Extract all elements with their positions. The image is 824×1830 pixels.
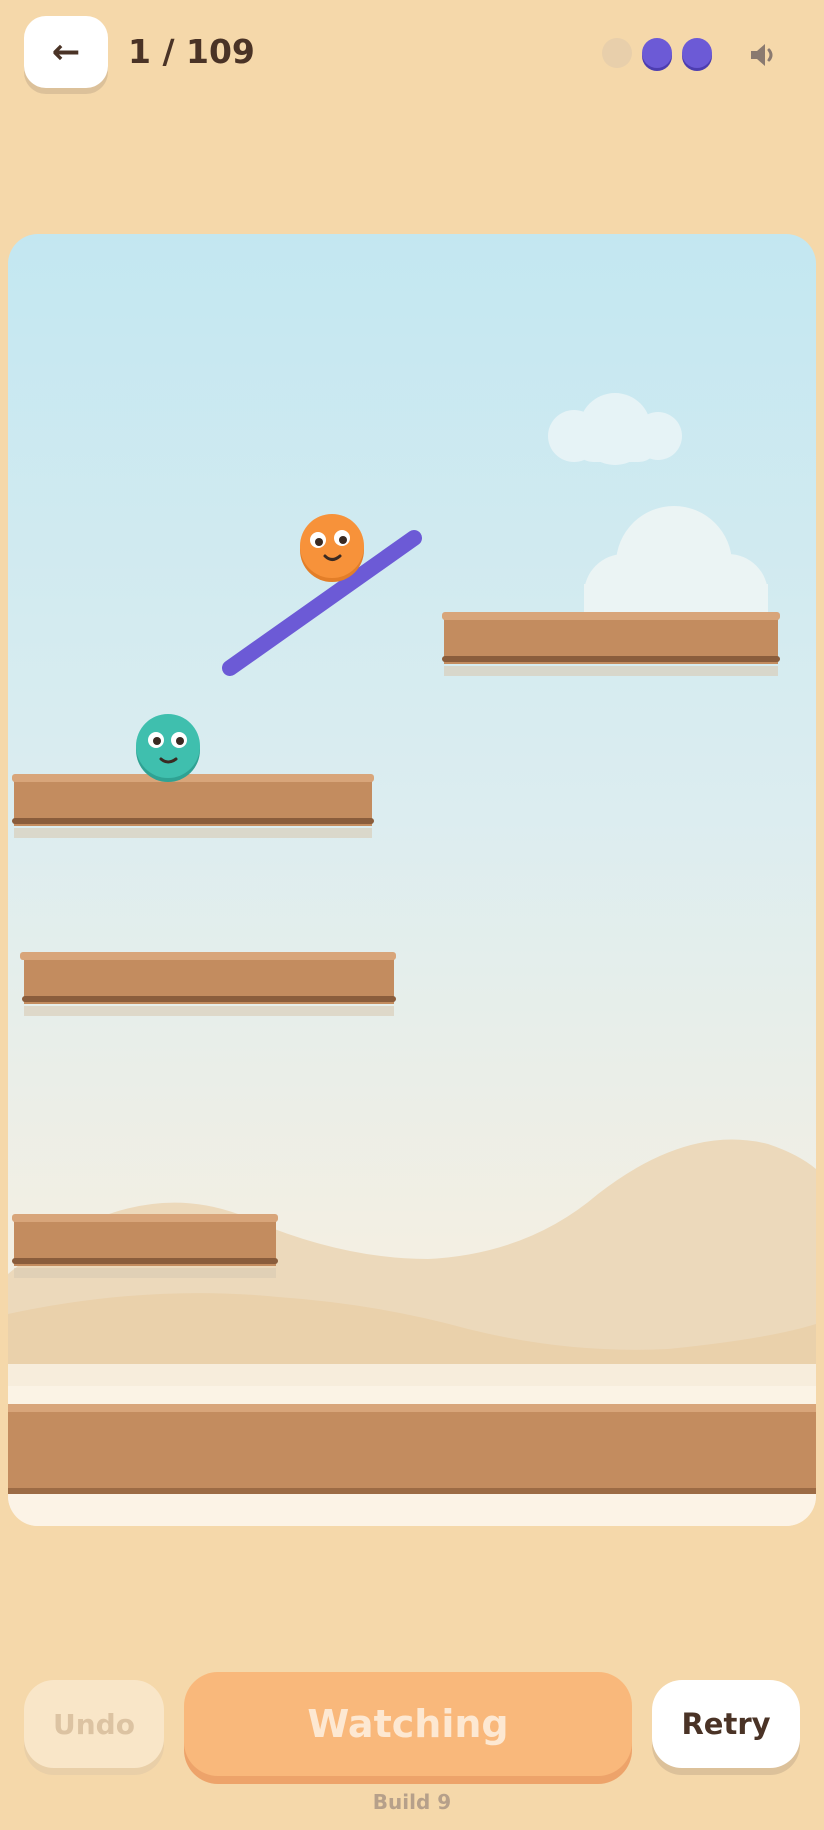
level-counter: 1 / 109 [128, 32, 255, 71]
undo-button[interactable]: Undo [24, 1680, 164, 1768]
cloud-small [548, 393, 682, 465]
game-stage[interactable] [8, 234, 816, 1526]
orange-ball-character [300, 514, 364, 582]
teal-ball-character [136, 714, 200, 782]
ground-top [8, 1404, 816, 1412]
ground-base [8, 1494, 816, 1526]
ground-stripe [8, 1386, 816, 1404]
platform-upper-right [442, 612, 780, 676]
build-label: Build 9 [372, 1790, 452, 1814]
ground-shadow [8, 1488, 816, 1494]
platform-bottom-left [12, 1214, 278, 1278]
progress-dot-filled [682, 38, 712, 68]
platform-lower-left [20, 952, 396, 1016]
back-button[interactable]: ← [24, 16, 108, 88]
retry-button[interactable]: Retry [652, 1680, 800, 1768]
progress-dot-empty [602, 38, 632, 68]
speaker-icon[interactable] [746, 38, 780, 72]
ground-stripe [8, 1364, 816, 1386]
left-arrow-icon: ← [51, 32, 81, 72]
watching-button[interactable]: Watching [184, 1672, 632, 1776]
ground-block [8, 1412, 816, 1496]
game-scene [8, 393, 816, 1526]
platform-middle-left [12, 774, 374, 838]
progress-dot-filled [642, 38, 672, 68]
